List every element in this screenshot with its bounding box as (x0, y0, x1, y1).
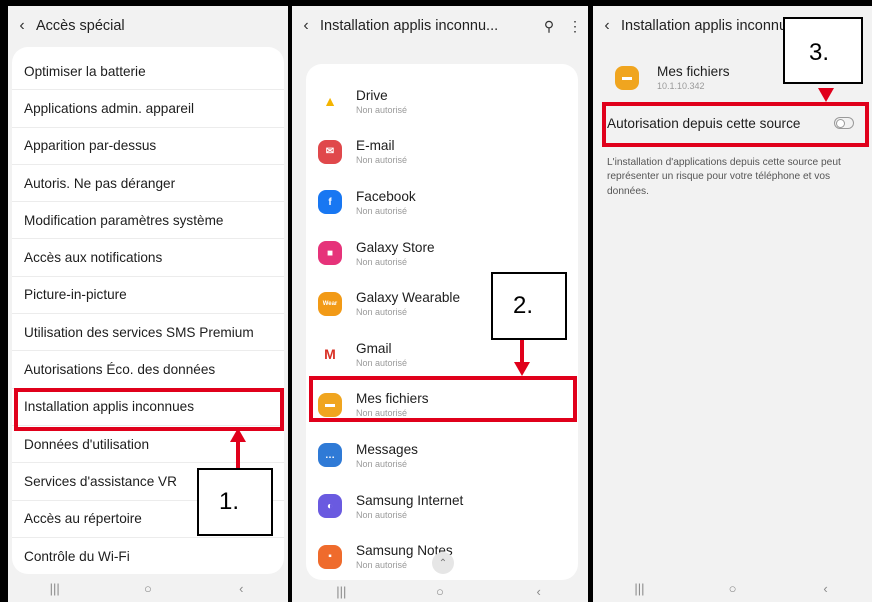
app-name: Drive (356, 87, 388, 103)
app-name: Messages (356, 441, 418, 457)
more-options-icon[interactable]: ⋮ (562, 18, 588, 35)
app-name: Facebook (356, 188, 416, 204)
app-info: ▬ Mes fichiers 10.1.10.342 (615, 64, 730, 91)
warning-text: L'installation d'applications depuis cet… (607, 157, 841, 197)
app-status: Non autorisé (356, 155, 408, 166)
back-icon[interactable]: ‹ (292, 17, 320, 35)
highlight-box-step-2 (309, 376, 577, 422)
header: ‹ Accès spécial (8, 6, 288, 46)
home-icon[interactable]: ○ (718, 581, 748, 596)
settings-list-item[interactable]: Modification paramètres système (12, 202, 284, 240)
app-icon: M (318, 342, 342, 367)
app-icon: ▲ (318, 89, 342, 114)
app-status: Non autorisé (356, 205, 408, 216)
step-number-3: 3. (783, 17, 863, 84)
back-nav-icon[interactable]: ‹ (811, 581, 841, 596)
panel-divider (288, 0, 291, 602)
arrow-line-step-1 (236, 440, 240, 468)
app-list-item[interactable]: ▲ Drive Non autorisé (306, 76, 578, 127)
highlight-box-step-3 (602, 102, 869, 147)
app-icon: ✉ (318, 139, 342, 164)
app-name: Samsung Internet (356, 492, 464, 508)
app-status: Non autorisé (356, 458, 408, 469)
settings-list-item[interactable]: Apparition par-dessus (12, 128, 284, 165)
app-list-item[interactable]: … Messages Non autorisé (306, 430, 578, 481)
page-title: Accès spécial (36, 18, 125, 34)
app-status: Non autorisé (356, 357, 408, 368)
step-number-2: 2. (491, 272, 567, 340)
page-title: Installation applis inconnu... (320, 18, 499, 34)
search-icon[interactable]: ⚲ (536, 18, 562, 35)
app-status: Non autorisé (356, 256, 408, 267)
recent-apps-icon[interactable]: ||| (625, 581, 655, 596)
home-icon[interactable]: ○ (133, 581, 163, 596)
back-nav-icon[interactable]: ‹ (524, 584, 554, 599)
app-icon: ■ (318, 241, 342, 266)
app-list-item[interactable]: ✉ E-mail Non autorisé (306, 127, 578, 178)
app-status: Non autorisé (356, 104, 408, 115)
app-name: Galaxy Wearable (356, 290, 461, 306)
step-number-1: 1. (197, 468, 273, 536)
panel-divider (589, 0, 592, 602)
highlight-box-step-1 (14, 388, 284, 431)
settings-list-item[interactable]: Utilisation des services SMS Premium (12, 314, 284, 352)
app-icon: ▪ (318, 544, 342, 569)
app-icon: f (318, 190, 342, 215)
recent-apps-icon[interactable]: ||| (326, 584, 356, 599)
settings-list-item[interactable]: Contrôle du Wi-Fi (12, 538, 284, 574)
app-list-item[interactable]: ◐ Samsung Internet Non autorisé (306, 481, 578, 532)
settings-list-item[interactable]: Picture-in-picture (12, 277, 284, 315)
app-name: Gmail (356, 340, 392, 356)
app-name: E-mail (356, 138, 395, 154)
header: ‹ Installation applis inconnu... ⚲ ⋮ (292, 6, 588, 46)
settings-list-item[interactable]: Autorisations Éco. des données (12, 351, 284, 389)
navigation-bar: ||| ○ ‹ (8, 574, 288, 602)
app-icon: Wear (318, 291, 342, 316)
settings-list-item[interactable]: Autoris. Ne pas déranger (12, 165, 284, 203)
app-status: Non autorisé (356, 307, 408, 318)
arrow-head-step-2 (514, 362, 530, 376)
app-list-item[interactable]: ■ Galaxy Store Non autorisé (306, 228, 578, 279)
app-icon: … (318, 443, 342, 468)
settings-list-item[interactable]: Optimiser la batterie (12, 53, 284, 91)
arrow-line-step-2 (520, 340, 524, 364)
app-version: 10.1.10.342 (657, 81, 705, 91)
recent-apps-icon[interactable]: ||| (40, 581, 70, 596)
home-icon[interactable]: ○ (425, 584, 455, 599)
app-name: Mes fichiers (657, 64, 730, 79)
app-name: Galaxy Store (356, 239, 435, 255)
scroll-to-top-button[interactable]: ⌃ (432, 552, 454, 574)
app-list-item[interactable]: f Facebook Non autorisé (306, 177, 578, 228)
navigation-bar: ||| ○ ‹ (593, 574, 872, 602)
back-nav-icon[interactable]: ‹ (226, 581, 256, 596)
back-icon[interactable]: ‹ (593, 17, 621, 35)
arrow-head-step-3 (818, 88, 834, 102)
settings-list-item[interactable]: Applications admin. appareil (12, 90, 284, 128)
settings-list-item[interactable]: Accès aux notifications (12, 239, 284, 277)
navigation-bar: ||| ○ ‹ (292, 580, 588, 602)
app-status: Non autorisé (356, 509, 408, 520)
back-icon[interactable]: ‹ (8, 17, 36, 35)
folder-icon: ▬ (615, 65, 639, 90)
app-icon: ◐ (318, 494, 342, 519)
